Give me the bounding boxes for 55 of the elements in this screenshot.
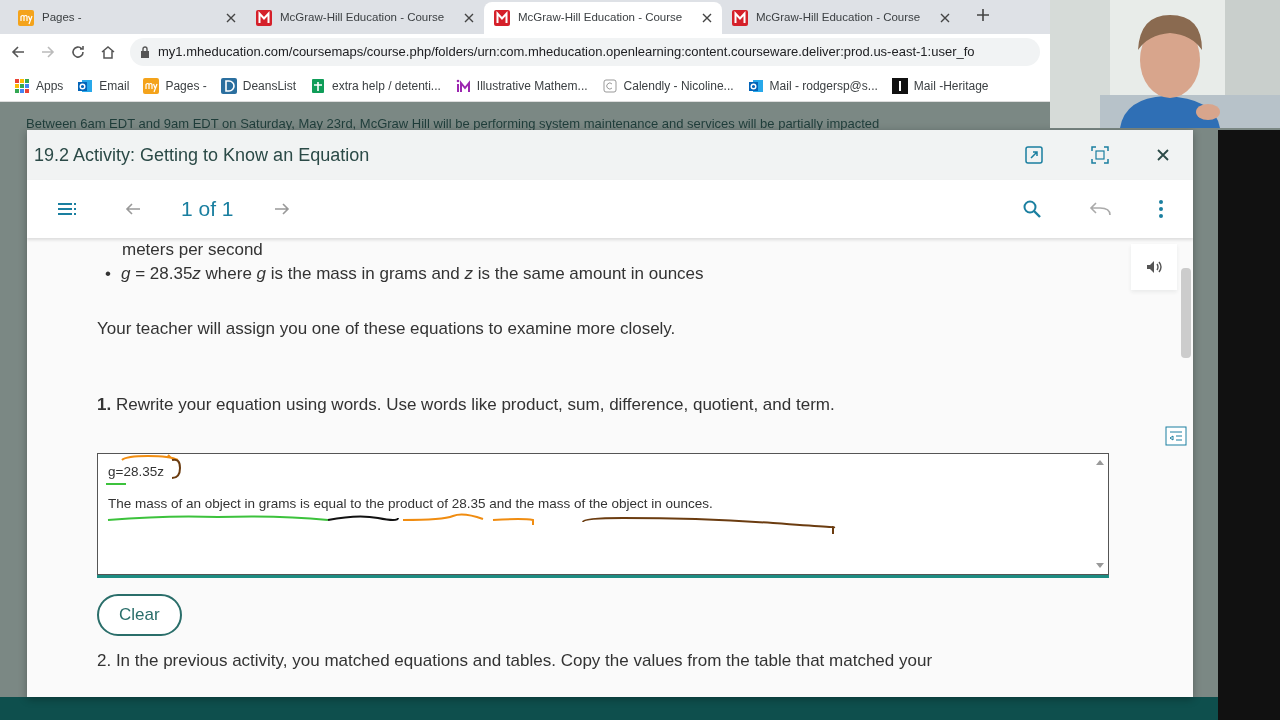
close-icon[interactable] [702,13,712,23]
scrollbar-thumb[interactable] [1181,268,1191,358]
bullet-text: g = 28.35z where g is the mass in grams and z is the same amount in ounces [120,263,704,285]
bullet-text: meters per second [121,239,264,261]
question-text: 1. Rewrite your equation using words. Use words like product, sum, difference, quotient, and term. [97,393,836,416]
search-icon[interactable] [1023,200,1041,218]
bullet-marker: • [105,263,111,285]
browser-tab[interactable]: McGraw-Hill Education - Course [722,2,960,34]
question-text: 2. In the previous activity, you matched equations and tables. Copy the values from the table that matched your [97,649,934,672]
answer-text: The mass of an object in grams is equal to the product of 28.35 and the mass of the object in ounces. [108,496,713,512]
back-icon[interactable] [10,44,26,60]
clear-button[interactable]: Clear [97,594,182,636]
close-icon[interactable] [940,13,950,23]
close-icon[interactable] [464,13,474,23]
next-icon[interactable] [273,201,290,217]
scroll-arrow-icon[interactable] [1096,563,1104,569]
bookmark-link[interactable]: DeansList [242,76,297,95]
mail-icon[interactable] [747,77,764,94]
bookmark-link[interactable]: Calendly - Nicoline... [623,76,734,95]
speaker-icon [1146,260,1162,274]
address-field[interactable]: my1.mheducation.com/coursemaps/course.php/folders/urn:com.mheducation.openlearning:content.courseware.deliver:prod.us-east-1:user_fo [130,38,1040,66]
logo-icon[interactable] [891,77,908,94]
apps-icon[interactable] [14,77,30,94]
lock-icon [140,46,150,58]
bookmark-link[interactable]: Mail - rodgersp@s... [769,76,878,95]
menu-icon[interactable] [57,201,77,217]
previous-icon[interactable] [125,201,141,217]
browser-tab[interactable]: Pages - [8,2,246,34]
answer-box[interactable]: g=28.35z The mass of an object in grams is equal to the product of 28.35 and the mass of the object in ounces. [97,453,1109,575]
fullscreen-icon[interactable] [1091,146,1109,164]
more-icon[interactable] [1159,200,1163,218]
bookmark-link[interactable]: Apps [36,76,64,95]
audio-button[interactable] [1131,244,1177,290]
mail-icon[interactable] [77,77,94,94]
reload-icon[interactable] [70,44,86,60]
page-indicator: 1 of 1 [181,196,234,223]
browser-tab[interactable]: McGraw-Hill Education - Course [484,2,722,34]
close-icon[interactable] [226,13,236,23]
new-tab-icon[interactable] [976,7,990,22]
scroll-arrow-icon[interactable] [1096,459,1104,465]
home-icon[interactable] [100,44,116,60]
bookmark-link[interactable]: extra help / detenti... [332,76,441,95]
maintenance-notice-text: Between 6am EDT and 9am EDT on Saturday, May 23rd, McGraw Hill will be performing system maintenance and services will be partially impacted [26,115,880,133]
answer-text: g=28.35z [108,464,164,479]
external-link-icon[interactable] [1025,146,1043,164]
bookmark-link[interactable]: Pages - [165,76,207,95]
modal-title: 19.2 Activity: Getting to Know an Equation [34,143,371,167]
logo-icon[interactable] [454,77,471,94]
bookmark-link[interactable]: Mail -Heritage [913,76,989,95]
close-icon[interactable] [1157,149,1169,161]
bookmark-link[interactable]: Email [99,76,130,95]
browser-tab[interactable]: McGraw-Hill Education - Course [246,2,484,34]
bookmark-link[interactable]: Illustrative Mathem... [476,76,588,95]
intro-text: Your teacher will assign you one of these equations to examine more closely. [97,318,677,340]
spreadsheet-icon[interactable] [310,77,327,94]
